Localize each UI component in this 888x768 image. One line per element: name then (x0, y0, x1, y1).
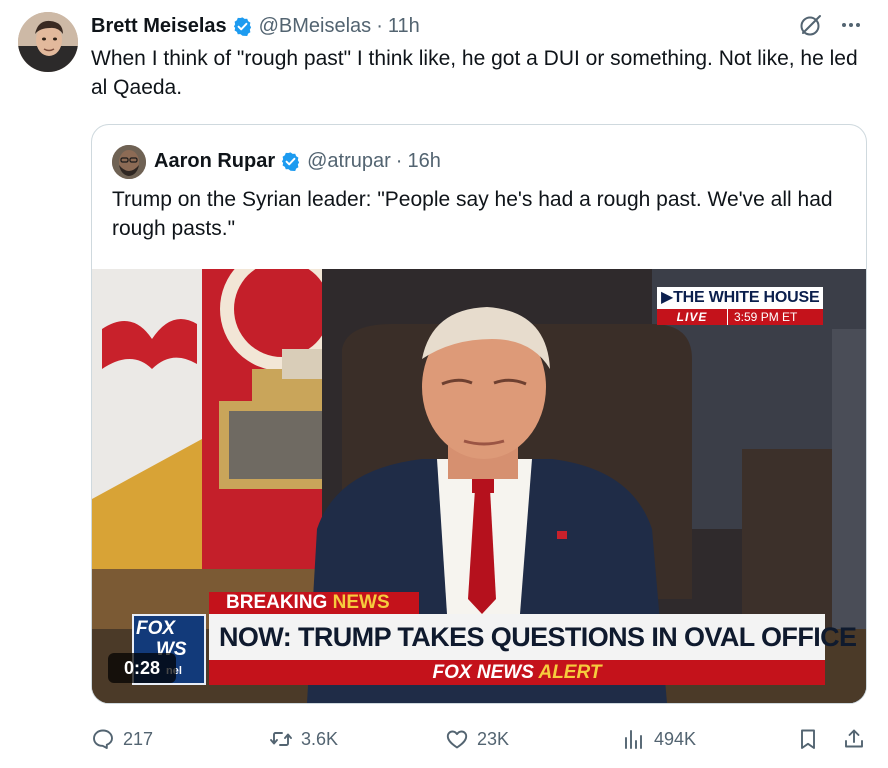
live-time-bar: LIVE 3:59 PM ET (657, 309, 823, 325)
alert-word: ALERT (538, 662, 602, 683)
reply-count: 217 (123, 728, 154, 749)
author-name[interactable]: Brett Meiselas (91, 15, 227, 38)
quoted-author-avatar-image (112, 145, 146, 179)
views-icon (625, 730, 642, 749)
repost-button[interactable]: 3.6K (269, 722, 338, 756)
chyron-headline: NOW: TRUMP TAKES QUESTIONS IN OVAL OFFIC… (209, 614, 857, 660)
tweet-header: Brett Meiselas @BMeiselas · 11h (91, 12, 420, 40)
tweet-action-bar: 217 3.6K 23K 494K (91, 722, 871, 756)
reply-icon (93, 729, 113, 749)
grok-icon[interactable] (798, 12, 824, 38)
bookmark-button[interactable] (796, 722, 820, 756)
quoted-separator-dot: · (395, 149, 403, 172)
bookmark-icon (801, 729, 815, 749)
author-avatar[interactable] (18, 12, 78, 72)
video-duration: 0:28 (108, 653, 176, 683)
more-icon[interactable] (838, 12, 864, 38)
quoted-author-avatar[interactable] (112, 145, 146, 179)
quoted-tweet-text: Trump on the Syrian leader: "People say … (112, 188, 833, 240)
white-house-live-bug: ▶THE WHITE HOUSE LIVE 3:59 PM ET (657, 287, 823, 325)
quoted-tweet[interactable]: Aaron Rupar @atrupar · 16h Trump on the … (91, 124, 867, 704)
news-label: NEWS (332, 592, 390, 613)
white-house-title: ▶THE WHITE HOUSE (657, 287, 823, 309)
reply-button[interactable]: 217 (91, 722, 153, 756)
quoted-header: Aaron Rupar @atrupar · 16h (154, 147, 441, 175)
verified-badge-icon (233, 16, 251, 36)
separator-dot: · (376, 14, 383, 37)
live-label: LIVE (657, 309, 727, 325)
like-icon (446, 730, 468, 749)
quoted-author-handle[interactable]: @atrupar (307, 150, 391, 173)
author-handle[interactable]: @BMeiselas (259, 15, 372, 38)
quoted-verified-badge-icon (282, 151, 300, 171)
breaking-news-banner: BREAKING NEWS (209, 592, 419, 614)
quoted-author-name[interactable]: Aaron Rupar (154, 150, 275, 173)
tweet[interactable]: Brett Meiselas @BMeiselas · 11h When I t… (0, 0, 888, 768)
share-icon (845, 729, 863, 748)
alert-brand: FOX NEWS (432, 662, 534, 683)
video-player[interactable]: ▶THE WHITE HOUSE LIVE 3:59 PM ET BREAKIN… (92, 269, 866, 703)
share-button[interactable] (842, 722, 866, 756)
like-count: 23K (477, 728, 510, 749)
quoted-timestamp[interactable]: 16h (407, 150, 440, 173)
like-button[interactable]: 23K (445, 722, 509, 756)
repost-icon (270, 732, 292, 746)
tweet-text: When I think of "rough past" I think lik… (91, 47, 858, 99)
fox-news-alert-bar: FOX NEWS ALERT (209, 660, 825, 685)
fox-logo-line1: FOX (136, 618, 176, 639)
tweet-timestamp[interactable]: 11h (388, 15, 420, 38)
live-time: 3:59 PM ET (727, 309, 823, 325)
repost-count: 3.6K (301, 728, 339, 749)
views-button[interactable]: 494K (622, 722, 696, 756)
breaking-label: BREAKING (226, 592, 328, 613)
views-count: 494K (654, 728, 697, 749)
author-avatar-image (18, 12, 78, 72)
tweet-top-actions (798, 12, 864, 38)
